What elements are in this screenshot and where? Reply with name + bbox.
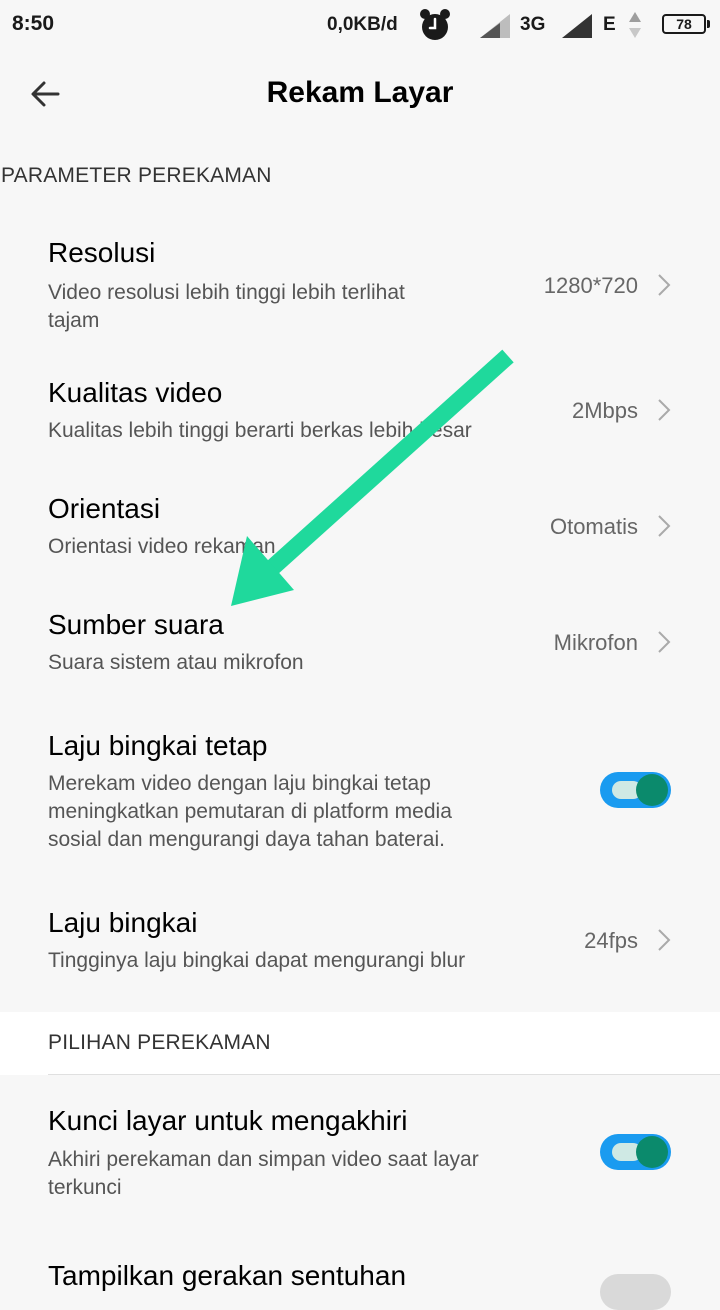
setting-description: Orientasi video rekaman: [48, 535, 276, 558]
battery-level: 78: [676, 16, 692, 32]
setting-description: Suara sistem atau mikrofon: [48, 651, 304, 674]
setting-sumber-suara[interactable]: Sumber suara Suara sistem atau mikrofon …: [0, 596, 720, 692]
setting-description: Merekam video dengan laju bingkai tetap …: [48, 770, 452, 854]
chevron-right-icon: [658, 274, 671, 296]
description-line: tajam: [48, 309, 100, 332]
section-header-parameter: PARAMETER PEREKAMAN: [1, 164, 272, 187]
description-line: terkunci: [48, 1176, 122, 1199]
setting-description: Video resolusi lebih tinggi lebih terlih…: [48, 279, 405, 335]
setting-title: Laju bingkai tetap: [48, 730, 268, 761]
toggle-switch-on[interactable]: [600, 772, 671, 808]
status-time: 8:50: [12, 12, 55, 35]
setting-value: 2Mbps: [571, 398, 638, 423]
toggle-switch-off[interactable]: [600, 1274, 671, 1310]
setting-title: Kualitas video: [48, 377, 223, 408]
setting-laju-bingkai[interactable]: Laju bingkai Tingginya laju bingkai dapa…: [0, 893, 720, 993]
setting-title: Sumber suara: [48, 609, 224, 640]
status-bar: 8:50 0,0KB/d 3G E 78: [0, 0, 720, 52]
data-activity-icon: [629, 12, 641, 38]
setting-kunci-layar[interactable]: Kunci layar untuk mengakhiri Akhiri pere…: [0, 1092, 720, 1216]
network-3g: 3G: [520, 14, 546, 35]
setting-description: Tingginya laju bingkai dapat mengurangi …: [48, 949, 466, 972]
setting-value: Mikrofon: [553, 630, 638, 655]
chevron-right-icon: [658, 399, 671, 421]
chevron-right-icon: [658, 631, 671, 653]
section-header-band: PILIHAN PEREKAMAN: [0, 1012, 720, 1075]
setting-kualitas-video[interactable]: Kualitas video Kualitas lebih tinggi ber…: [0, 364, 720, 460]
section-header-pilihan: PILIHAN PEREKAMAN: [48, 1031, 271, 1054]
setting-title: Resolusi: [48, 237, 156, 268]
setting-resolusi[interactable]: Resolusi Video resolusi lebih tinggi leb…: [0, 222, 720, 346]
battery-icon: 78: [662, 14, 710, 34]
signal-icon: [480, 14, 510, 38]
setting-title: Tampilkan gerakan sentuhan: [48, 1260, 407, 1291]
setting-orientasi[interactable]: Orientasi Orientasi video rekaman Otomat…: [0, 480, 720, 576]
setting-description: Kualitas lebih tinggi berarti berkas leb…: [48, 419, 472, 442]
setting-description: Akhiri perekaman dan simpan video saat l…: [48, 1146, 479, 1202]
chevron-right-icon: [658, 515, 671, 537]
setting-value: 24fps: [584, 928, 638, 953]
setting-value: Otomatis: [549, 514, 638, 539]
page-title: Rekam Layar: [266, 76, 454, 109]
setting-laju-bingkai-tetap[interactable]: Laju bingkai tetap Merekam video dengan …: [0, 716, 720, 866]
divider: [48, 1074, 720, 1075]
alarm-clock-icon: [420, 9, 450, 40]
setting-value: 1280*720: [543, 273, 638, 298]
description-line: sosial dan mengurangi daya tahan baterai…: [48, 828, 445, 851]
chevron-right-icon: [658, 929, 671, 951]
setting-tampilkan-gerakan-sentuhan[interactable]: Tampilkan gerakan sentuhan: [0, 1244, 720, 1310]
data-rate: 0,0KB/d: [327, 14, 398, 35]
description-line: Akhiri perekaman dan simpan video saat l…: [48, 1148, 479, 1171]
setting-title: Orientasi: [48, 493, 161, 524]
setting-title: Kunci layar untuk mengakhiri: [48, 1105, 408, 1136]
toggle-knob: [636, 1136, 668, 1168]
setting-title: Laju bingkai: [48, 907, 198, 938]
toggle-switch-on[interactable]: [600, 1134, 671, 1170]
network-e: E: [603, 14, 616, 35]
toggle-knob: [636, 774, 668, 806]
description-line: Video resolusi lebih tinggi lebih terlih…: [48, 281, 405, 304]
description-line: Merekam video dengan laju bingkai tetap: [48, 772, 431, 795]
description-line: meningkatkan pemutaran di platform media: [48, 800, 452, 823]
signal-icon: [562, 14, 592, 38]
